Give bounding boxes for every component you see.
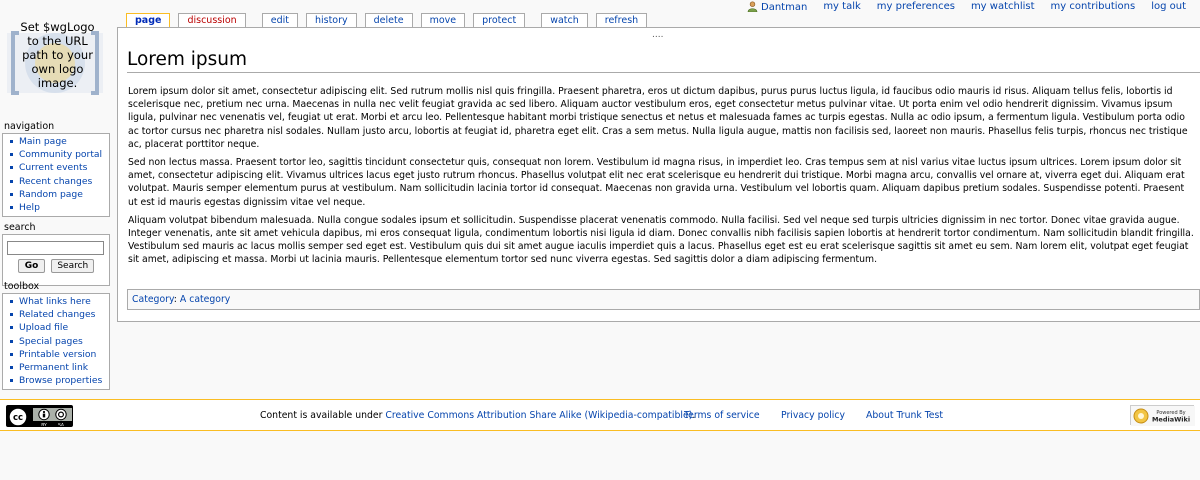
tool-related-changes[interactable]: Related changes <box>7 308 105 321</box>
mediawiki-badge-line2: MediaWiki <box>1152 416 1190 424</box>
license-link[interactable]: Creative Commons Attribution Share Alike… <box>385 410 692 421</box>
logo-line: image. <box>37 76 78 90</box>
nav-item-current-events[interactable]: Current events <box>7 161 105 174</box>
personal-tools: Dantman my talk my preferences my watchl… <box>747 0 1200 13</box>
page-title: Lorem ipsum <box>127 50 1200 73</box>
paragraph: Aliquam volutpat bibendum malesuada. Nul… <box>128 214 1194 266</box>
tab-protect[interactable]: protect <box>473 13 526 27</box>
cc-sa-text: SA <box>58 423 65 428</box>
nav-item-recent-changes[interactable]: Recent changes <box>7 175 105 188</box>
content-dots: .... <box>652 30 664 40</box>
cc-by-text: BY <box>41 423 47 428</box>
tab-discussion[interactable]: discussion <box>178 13 246 27</box>
about-link[interactable]: About Trunk Test <box>866 410 943 422</box>
logo-line: to the URL <box>27 34 88 48</box>
my-watchlist-link[interactable]: my watchlist <box>971 1 1035 12</box>
search-body: Go Search <box>2 234 110 286</box>
toolbox-body: What links here Related changes Upload f… <box>2 293 110 391</box>
cc-license-badge[interactable]: cc BY SA <box>6 405 73 427</box>
paragraph: Lorem ipsum dolor sit amet, consectetur … <box>128 86 1188 150</box>
toolbox-list: What links here Related changes Upload f… <box>7 295 105 387</box>
navigation-portlet: navigation Main page Community portal Cu… <box>2 121 110 218</box>
logo-line: own logo <box>31 62 84 76</box>
search-input[interactable] <box>7 241 104 255</box>
tab-refresh[interactable]: refresh <box>595 13 648 27</box>
tool-special-pages[interactable]: Special pages <box>7 335 105 348</box>
user-page-link[interactable]: Dantman <box>747 0 808 13</box>
logo-placeholder-text: Set $wgLogo to the URL path to your own … <box>5 20 110 90</box>
log-out-link[interactable]: log out <box>1151 1 1186 12</box>
category-links: Category: A category <box>127 289 1200 310</box>
search-buttons: Go Search <box>7 259 105 273</box>
search-portlet: search Go Search <box>2 222 110 286</box>
tool-what-links-here[interactable]: What links here <box>7 295 105 308</box>
svg-text:cc: cc <box>13 413 23 423</box>
tab-move[interactable]: move <box>420 13 466 27</box>
categories-link[interactable]: Category <box>132 294 174 305</box>
mediawiki-icon: Powered By MediaWiki <box>1131 406 1195 426</box>
navigation-list: Main page Community portal Current event… <box>7 135 105 214</box>
nav-item-main-page[interactable]: Main page <box>7 135 105 148</box>
navigation-body: Main page Community portal Current event… <box>2 133 110 218</box>
navigation-heading: navigation <box>4 121 55 132</box>
article-body: Lorem ipsum dolor sit amet, consectetur … <box>128 85 1194 272</box>
tool-upload-file[interactable]: Upload file <box>7 321 105 334</box>
user-icon <box>747 0 758 12</box>
category-link[interactable]: A category <box>180 294 230 305</box>
username: Dantman <box>761 1 808 13</box>
go-button[interactable]: Go <box>17 259 46 273</box>
nav-item-random-page[interactable]: Random page <box>7 188 105 201</box>
toolbox-heading: toolbox <box>4 281 40 292</box>
toolbox-portlet: toolbox What links here Related changes … <box>2 281 110 391</box>
powered-by-mediawiki-badge[interactable]: Powered By MediaWiki <box>1130 405 1195 426</box>
tool-printable-version[interactable]: Printable version <box>7 348 105 361</box>
tab-delete[interactable]: delete <box>364 13 413 27</box>
tool-permanent-link[interactable]: Permanent link <box>7 361 105 374</box>
license-prefix: Content is available under <box>260 410 386 421</box>
site-logo[interactable]: Set $wgLogo to the URL path to your own … <box>5 20 105 100</box>
content-actions-tabs: page discussion edit history delete move… <box>126 13 655 28</box>
my-preferences-link[interactable]: my preferences <box>877 1 955 12</box>
logo-line: Set $wgLogo <box>20 20 95 34</box>
paragraph: Sed non lectus massa. Praesent tortor le… <box>128 157 1185 208</box>
tab-edit[interactable]: edit <box>261 13 298 27</box>
search-heading: search <box>4 222 36 233</box>
my-talk-link[interactable]: my talk <box>823 1 860 12</box>
footer: cc BY SA Content is available under Crea… <box>0 399 1200 431</box>
tab-watch[interactable]: watch <box>541 13 588 27</box>
nav-item-help[interactable]: Help <box>7 201 105 214</box>
tab-history[interactable]: history <box>305 13 357 27</box>
license-text: Content is available under Creative Comm… <box>260 410 695 422</box>
logo-line: path to your <box>22 48 93 62</box>
tab-page[interactable]: page <box>126 13 171 28</box>
tool-browse-properties[interactable]: Browse properties <box>7 374 105 387</box>
terms-of-service-link[interactable]: Terms of service <box>684 410 760 422</box>
nav-item-community-portal[interactable]: Community portal <box>7 148 105 161</box>
my-contributions-link[interactable]: my contributions <box>1051 1 1136 12</box>
main-content: .... Lorem ipsum Lorem ipsum dolor sit a… <box>117 27 1200 322</box>
search-button[interactable]: Search <box>51 259 95 273</box>
cc-by-sa-icon: cc BY SA <box>7 406 72 428</box>
privacy-policy-link[interactable]: Privacy policy <box>781 410 845 422</box>
